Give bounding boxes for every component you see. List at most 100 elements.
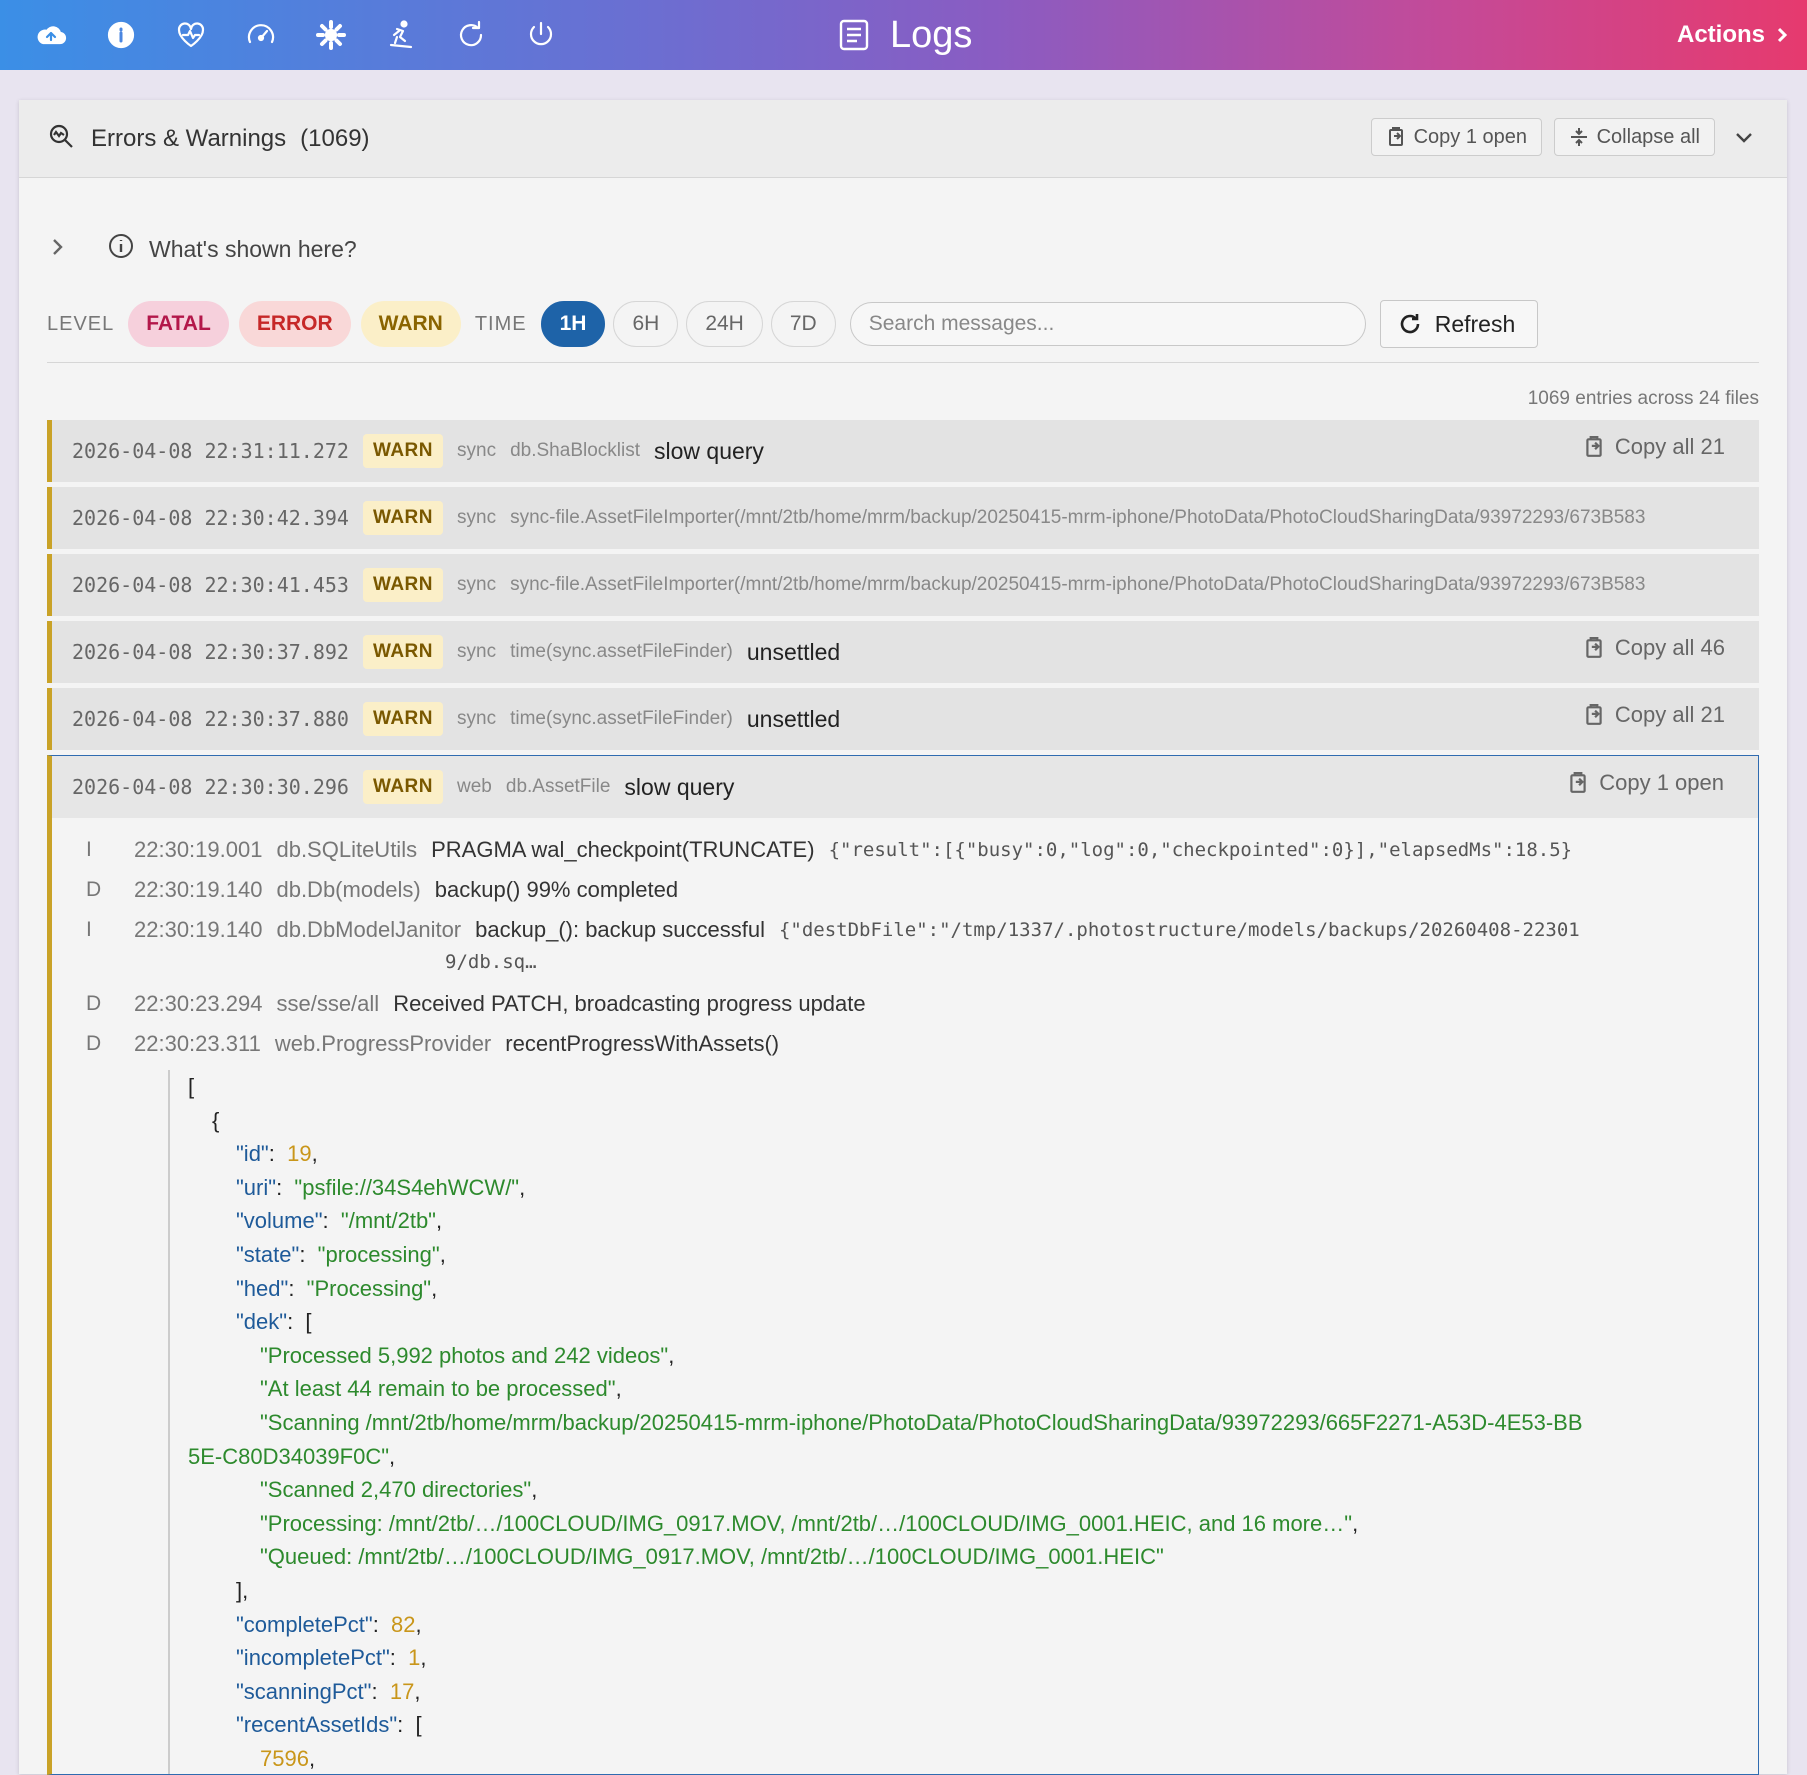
json-line: { — [212, 1107, 220, 1133]
log-context: time(sync.assetFileFinder) — [510, 708, 733, 729]
time-label: TIME — [474, 312, 527, 335]
line-message: PRAGMA wal_checkpoint(TRUNCATE) — [431, 837, 815, 862]
context-line: D 22:30:23.311 web.ProgressProvider rece… — [86, 1026, 1758, 1066]
line-timestamp: 22:30:19.140 — [134, 877, 263, 902]
json-line: "scanningPct": 17, — [236, 1678, 421, 1704]
power-icon[interactable] — [506, 0, 576, 70]
speedometer-icon[interactable] — [226, 0, 296, 70]
log-context: time(sync.assetFileFinder) — [510, 641, 733, 662]
json-value: "At least 44 remain to be processed" — [260, 1376, 616, 1402]
info-icon[interactable] — [86, 0, 156, 70]
line-message: recentProgressWithAssets() — [505, 1031, 780, 1056]
line-timestamp: 22:30:23.294 — [134, 991, 263, 1016]
cloud-icon[interactable] — [16, 0, 86, 70]
copy-all-button[interactable]: Copy all 21 — [1572, 702, 1725, 728]
level-filter-warn[interactable]: WARN — [360, 301, 461, 347]
panel-collapse-toggle[interactable] — [1733, 126, 1755, 148]
log-row-header[interactable]: 2026-04-08 22:30:30.296 WARN web db.Asse… — [52, 756, 1758, 818]
level-filter-error[interactable]: ERROR — [238, 301, 351, 347]
skier-icon[interactable] — [366, 0, 436, 70]
level-filter-fatal[interactable]: FATAL — [128, 301, 229, 347]
refresh-button[interactable]: Refresh — [1379, 300, 1539, 348]
collapse-all-label: Collapse all — [1596, 125, 1700, 148]
copy-open-button[interactable]: Copy 1 open — [1370, 118, 1542, 156]
whats-shown-toggle[interactable]: What's shown here? — [47, 232, 357, 266]
collapse-all-button[interactable]: Collapse all — [1553, 118, 1715, 156]
actions-menu-button[interactable]: Actions — [1677, 0, 1791, 70]
log-context: sync-file.AssetFileImporter(/mnt/2tb/hom… — [510, 507, 1646, 528]
line-context: db.Db(models) — [276, 877, 421, 902]
json-line: "completePct": 82, — [236, 1611, 422, 1637]
clipboard-icon — [1388, 127, 1403, 146]
json-line: "volume": "/mnt/2tb", — [236, 1208, 443, 1234]
page-title-text: Logs — [890, 13, 973, 56]
time-filter-6h[interactable]: 6H — [613, 301, 679, 347]
time-filter-1h[interactable]: 1H — [540, 301, 606, 347]
json-line: "At least 44 remain to be processed", — [260, 1376, 622, 1402]
json-value: "Processing: /mnt/2tb/…/100CLOUD/IMG_091… — [260, 1510, 1353, 1536]
context-line: I 22:30:19.001 db.SQLiteUtils PRAGMA wal… — [86, 832, 1758, 872]
whats-shown-label: What's shown here? — [149, 235, 357, 262]
page-title: Logs — [836, 0, 972, 70]
panel-title: Errors & Warnings — [91, 124, 287, 152]
line-json-continued: 9/db.sq… — [445, 951, 537, 973]
json-line: "Processing: /mnt/2tb/…/100CLOUD/IMG_091… — [260, 1510, 1359, 1536]
log-row[interactable]: 2026-04-08 22:30:42.394 WARN sync sync-f… — [47, 487, 1759, 549]
log-row[interactable]: 2026-04-08 22:30:41.453 WARN sync sync-f… — [47, 554, 1759, 616]
heart-pulse-icon[interactable] — [156, 0, 226, 70]
level-badge: WARN — [362, 501, 444, 535]
json-payload: [ { "id": 19, "uri": "psfile://34S4ehWCW… — [168, 1070, 1758, 1774]
log-source: web — [457, 776, 492, 797]
time-filter-24h[interactable]: 24H — [686, 301, 763, 347]
json-key: "completePct" — [236, 1611, 373, 1637]
log-source: sync — [457, 708, 497, 729]
log-source: sync — [457, 641, 497, 662]
json-value: "Processed 5,992 photos and 242 videos" — [260, 1342, 669, 1368]
copy-open-label: Copy 1 open — [1413, 125, 1527, 148]
json-value: 5E-C80D34039F0C" — [188, 1443, 390, 1469]
log-timestamp: 2026-04-08 22:30:30.296 — [72, 775, 349, 799]
log-message: slow query — [654, 437, 764, 464]
chevron-down-icon — [1736, 133, 1752, 143]
copy-open-label: Copy 1 open — [1599, 770, 1724, 795]
json-key: "volume" — [236, 1208, 323, 1234]
json-key: "incompletePct" — [236, 1645, 390, 1671]
log-list: 2026-04-08 22:31:11.272 WARN sync db.Sha… — [47, 420, 1759, 1775]
copy-open-entry-button[interactable]: Copy 1 open — [1557, 770, 1724, 796]
chevron-right-icon — [1777, 27, 1788, 43]
line-context: db.SQLiteUtils — [276, 837, 418, 862]
json-line: "Processed 5,992 photos and 242 videos", — [260, 1342, 675, 1368]
copy-all-button[interactable]: Copy all 21 — [1572, 434, 1725, 460]
json-line: "hed": "Processing", — [236, 1275, 438, 1301]
line-json: {"destDbFile":"/tmp/1337/.photostructure… — [778, 919, 1580, 941]
line-level: D — [86, 878, 102, 901]
log-context: sync-file.AssetFileImporter(/mnt/2tb/hom… — [510, 574, 1646, 595]
json-line: ], — [236, 1577, 249, 1603]
json-line: "dek": [ — [236, 1309, 312, 1335]
gear-icon[interactable] — [296, 0, 366, 70]
search-input[interactable] — [849, 302, 1366, 346]
json-value: "Scanning /mnt/2tb/home/mrm/backup/20250… — [260, 1409, 1583, 1435]
reload-icon[interactable] — [436, 0, 506, 70]
collapse-icon — [1570, 128, 1587, 146]
time-filter-7d[interactable]: 7D — [770, 301, 836, 347]
copy-all-button[interactable]: Copy all 46 — [1572, 635, 1725, 661]
json-key: "hed" — [236, 1275, 289, 1301]
top-bar: Logs Actions — [0, 0, 1807, 70]
chevron-right-icon — [47, 236, 67, 263]
level-badge: WARN — [362, 770, 444, 804]
line-json: {"result":[{"busy":0,"log":0,"checkpoint… — [828, 839, 1573, 861]
json-key: "id" — [236, 1141, 269, 1167]
log-row[interactable]: 2026-04-08 22:30:37.880 WARN sync time(s… — [47, 688, 1759, 750]
clipboard-icon — [1586, 704, 1602, 725]
context-line: D 22:30:19.140 db.Db(models) backup() 99… — [86, 872, 1758, 912]
log-row[interactable]: 2026-04-08 22:30:37.892 WARN sync time(s… — [47, 621, 1759, 683]
log-source: sync — [457, 574, 497, 595]
divider — [47, 362, 1759, 363]
log-row[interactable]: 2026-04-08 22:31:11.272 WARN sync db.Sha… — [47, 420, 1759, 482]
copy-all-label: Copy all 21 — [1614, 702, 1725, 727]
json-line: 7596, — [260, 1745, 316, 1771]
expanded-log-entry: 2026-04-08 22:30:30.296 WARN web db.Asse… — [47, 755, 1759, 1775]
refresh-label: Refresh — [1434, 310, 1516, 337]
line-level: D — [86, 1032, 102, 1055]
